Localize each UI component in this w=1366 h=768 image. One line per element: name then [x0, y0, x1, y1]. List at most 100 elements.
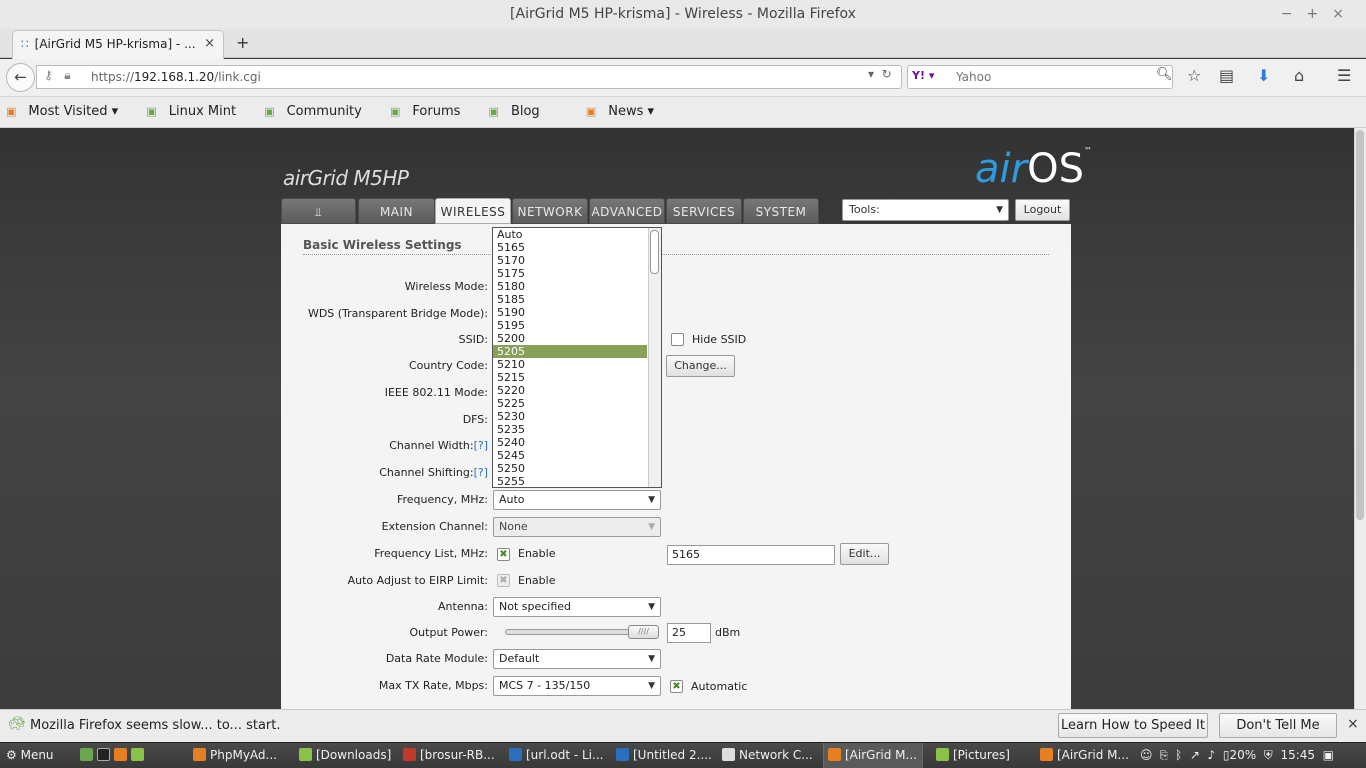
menu-button[interactable]: ⚙ Menu	[2, 743, 72, 768]
rss-feed-icon: ∷	[21, 37, 29, 51]
logout-button[interactable]: Logout	[1015, 199, 1070, 221]
tab-network[interactable]: NETWORK	[512, 198, 588, 224]
frequency-option[interactable]: 5205	[493, 345, 647, 358]
tab-advanced[interactable]: ADVANCED	[589, 198, 665, 224]
taskbar-item-url-odt[interactable]: [url.odt - Li...	[505, 743, 605, 768]
browser-tab[interactable]: ∷ [AirGrid M5 HP-krisma] - ... ×	[12, 30, 224, 59]
bookmark-linux-mint[interactable]: ▣ Linux Mint	[146, 104, 248, 119]
frequency-option[interactable]: 5185	[493, 293, 647, 306]
workspace-icon[interactable]: ▣	[1323, 748, 1334, 762]
dropdown-scrollbar-thumb[interactable]	[650, 230, 659, 274]
frequency-option[interactable]: 5220	[493, 384, 647, 397]
files-icon[interactable]	[131, 748, 144, 761]
terminal-icon[interactable]	[97, 748, 110, 761]
window-controls[interactable]: −+×	[1281, 0, 1358, 28]
country-code-label: Country Code:	[408, 359, 488, 372]
history-dropdown-icon[interactable]: ▾	[868, 67, 874, 81]
output-power-slider-handle[interactable]: ////	[628, 625, 659, 639]
new-tab-button[interactable]: +	[236, 30, 249, 56]
user-icon[interactable]: ☺	[1140, 748, 1153, 762]
clock[interactable]: 15:45	[1280, 748, 1315, 762]
tools-select[interactable]: Tools: ▼	[842, 199, 1009, 221]
window-title-bar: [AirGrid M5 HP-krisma] - Wireless - Mozi…	[0, 0, 1366, 28]
frequency-option[interactable]: 5190	[493, 306, 647, 319]
frequency-option[interactable]: 5240	[493, 436, 647, 449]
bookmark-blog[interactable]: ▣ Blog	[489, 104, 552, 119]
taskbar-item-airgrid-active[interactable]: [AirGrid M...	[823, 743, 923, 768]
download-icon[interactable]: ⬇	[1257, 66, 1270, 85]
notification-close-icon[interactable]: ×	[1347, 716, 1359, 732]
firefox-icon[interactable]	[114, 748, 127, 761]
frequency-option[interactable]: 5195	[493, 319, 647, 332]
search-icon[interactable]: 🔍︎	[1156, 67, 1173, 82]
frequency-option[interactable]: 5255	[493, 475, 647, 487]
network-tray-icon[interactable]: ↗	[1190, 748, 1200, 762]
tab-ubiquiti-logo[interactable]: ⫫	[281, 198, 356, 224]
frequency-option[interactable]: 5175	[493, 267, 647, 280]
taskbar-item-phpmyadmin[interactable]: PhpMyAd...	[189, 743, 289, 768]
taskbar-item-network-connections[interactable]: Network C...	[718, 743, 818, 768]
chevron-down-icon: ▼	[648, 654, 655, 664]
frequency-list-input[interactable]: 5165	[667, 545, 835, 565]
bookmark-community[interactable]: ▣ Community	[264, 104, 374, 119]
hide-ssid-checkbox[interactable]	[671, 333, 684, 346]
frequency-dropdown-list[interactable]: Auto 5165 5170 5175 5180 5185 5190 5195 5200 5205…	[492, 227, 662, 488]
bookmark-forums[interactable]: ▣ Forums	[390, 104, 472, 119]
channel-width-help-link[interactable]: [?]	[474, 439, 488, 452]
frequency-list-enable-checkbox[interactable]: ✖	[497, 548, 510, 561]
taskbar-item-brosur[interactable]: [brosur-RB...	[399, 743, 499, 768]
shield-icon[interactable]: ⛨	[1264, 748, 1273, 762]
frequency-select[interactable]: Auto ▼	[493, 490, 661, 510]
volume-icon[interactable]: ♪	[1208, 748, 1216, 762]
change-country-button[interactable]: Change...	[666, 355, 735, 377]
frequency-option[interactable]: 5180	[493, 280, 647, 293]
home-icon[interactable]: ⌂	[1294, 66, 1304, 85]
max-tx-automatic-checkbox[interactable]: ✖	[670, 680, 683, 693]
taskbar-item-pictures[interactable]: [Pictures]	[932, 743, 1032, 768]
frequency-option[interactable]: 5235	[493, 423, 647, 436]
frequency-option[interactable]: 5245	[493, 449, 647, 462]
frequency-option[interactable]: 5165	[493, 241, 647, 254]
tab-main[interactable]: MAIN	[358, 198, 435, 224]
clipboard-icon[interactable]: ⎘	[1160, 748, 1167, 762]
page-scrollbar-thumb[interactable]	[1356, 130, 1364, 520]
frequency-option[interactable]: 5170	[493, 254, 647, 267]
channel-shifting-help-link[interactable]: [?]	[474, 466, 488, 479]
frequency-list-edit-button[interactable]: Edit...	[840, 543, 889, 565]
taskbar-item-untitled[interactable]: [Untitled 2....	[612, 743, 712, 768]
taskbar-item-airgrid[interactable]: [AirGrid M...	[1036, 743, 1136, 768]
reload-icon[interactable]: ↻	[882, 67, 892, 81]
search-engine-icon[interactable]: Y! ▾	[912, 69, 934, 82]
site-identity[interactable]: ⚷ 🔒︎	[44, 68, 71, 83]
taskbar-item-downloads[interactable]: [Downloads]	[295, 743, 391, 768]
url-bar[interactable]: https://192.168.1.20/link.cgi	[36, 65, 902, 89]
bookmark-star-icon[interactable]: ☆	[1187, 66, 1201, 85]
frequency-option[interactable]: 5210	[493, 358, 647, 371]
data-rate-module-select[interactable]: Default ▼	[493, 649, 661, 669]
menu-icon[interactable]: ☰	[1337, 66, 1351, 85]
tab-services[interactable]: SERVICES	[666, 198, 742, 224]
tab-wireless[interactable]: WIRELESS	[435, 198, 511, 224]
frequency-option[interactable]: Auto	[493, 228, 647, 241]
bookmark-most-visited[interactable]: ▣ Most Visited ▾	[6, 104, 130, 119]
bluetooth-icon[interactable]: ᛒ	[1175, 748, 1182, 762]
max-tx-rate-select[interactable]: MCS 7 - 135/150 ▼	[493, 676, 661, 696]
firefox-icon	[193, 748, 206, 761]
bookmark-news[interactable]: ▣ News ▾	[586, 104, 666, 119]
tab-close-icon[interactable]: ×	[204, 31, 215, 57]
antenna-select[interactable]: Not specified ▼	[493, 597, 661, 617]
dont-tell-me-again-button[interactable]: Don't Tell Me Again	[1219, 713, 1337, 756]
search-input[interactable]: Yahoo	[907, 65, 1173, 89]
ssid-label: SSID:	[458, 333, 488, 346]
reading-list-icon[interactable]: ▤	[1219, 66, 1234, 85]
tab-system[interactable]: SYSTEM	[743, 198, 819, 224]
frequency-option[interactable]: 5215	[493, 371, 647, 384]
learn-speed-up-button[interactable]: Learn How to Speed It Up	[1058, 713, 1208, 756]
show-desktop-icon[interactable]	[80, 748, 93, 761]
output-power-input[interactable]: 25	[667, 623, 711, 643]
back-button[interactable]: ←	[6, 63, 35, 92]
frequency-option[interactable]: 5250	[493, 462, 647, 475]
frequency-option[interactable]: 5230	[493, 410, 647, 423]
frequency-option[interactable]: 5225	[493, 397, 647, 410]
frequency-option[interactable]: 5200	[493, 332, 647, 345]
